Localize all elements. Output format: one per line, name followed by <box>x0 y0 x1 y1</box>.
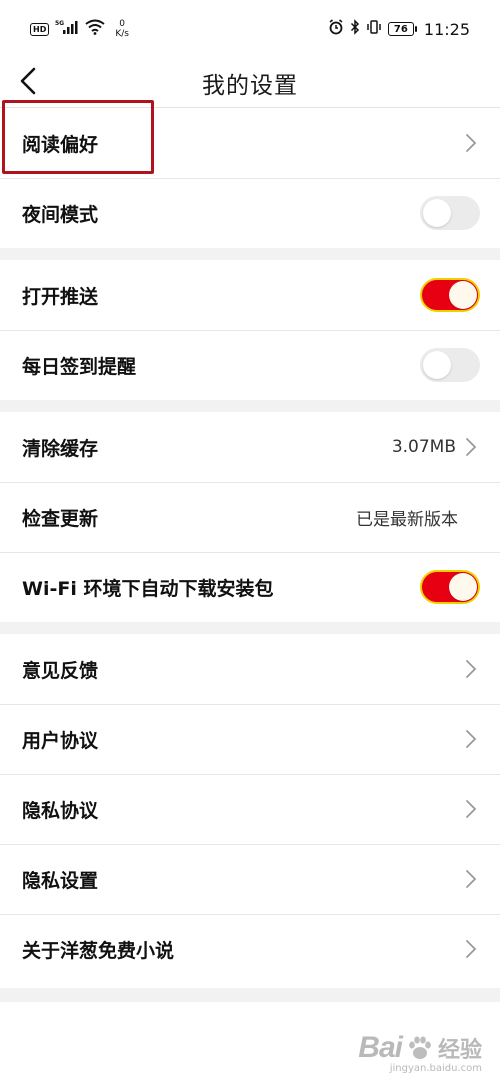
section-divider <box>0 622 500 634</box>
check-update-row[interactable]: 检查更新 已是最新版本 <box>0 482 500 552</box>
wifi-icon <box>85 19 105 39</box>
svg-text:5G: 5G <box>55 20 64 27</box>
status-right: 76 11:25 <box>328 19 470 39</box>
push-label: 打开推送 <box>22 285 99 308</box>
clock: 11:25 <box>423 19 470 39</box>
toggle-knob <box>449 281 477 309</box>
watermark: Bai 经验 jingyan.baidu.com <box>358 1031 482 1074</box>
status-bar: HD 5G 0 K/s 76 11:25 <box>0 0 500 58</box>
user-agreement-label: 用户协议 <box>22 729 99 752</box>
section-divider <box>0 988 500 1002</box>
update-status-value: 已是最新版本 <box>356 509 458 530</box>
checkin-reminder-label: 每日签到提醒 <box>22 355 137 378</box>
watermark-logo: Bai 经验 <box>358 1031 482 1065</box>
wifi-download-row: Wi-Fi 环境下自动下载安装包 <box>0 552 500 622</box>
reading-preference-row[interactable]: 阅读偏好 <box>0 108 500 178</box>
chevron-right-icon <box>466 800 477 818</box>
net-speed: 0 K/s <box>115 19 129 39</box>
chevron-right-icon <box>466 870 477 888</box>
chevron-right-icon <box>466 438 477 456</box>
privacy-settings-label: 隐私设置 <box>22 869 99 892</box>
cache-size-value: 3.07MB <box>391 437 456 457</box>
reading-preference-label: 阅读偏好 <box>22 133 99 156</box>
about-row[interactable]: 关于洋葱免费小说 <box>0 914 500 984</box>
paw-icon <box>409 1036 431 1059</box>
page-title: 我的设置 <box>202 73 298 99</box>
night-mode-label: 夜间模式 <box>22 203 99 226</box>
section-notifications: 打开推送 每日签到提醒 <box>0 260 500 400</box>
wifi-download-toggle[interactable] <box>420 570 480 604</box>
night-mode-toggle[interactable] <box>420 196 480 230</box>
toggle-knob <box>449 573 477 601</box>
section-divider <box>0 400 500 412</box>
chevron-right-icon <box>466 660 477 678</box>
section-divider <box>0 248 500 260</box>
section-display: 阅读偏好 夜间模式 <box>0 108 500 248</box>
hd-badge: HD <box>30 22 50 36</box>
privacy-agreement-row[interactable]: 隐私协议 <box>0 774 500 844</box>
check-update-label: 检查更新 <box>22 507 99 530</box>
clear-cache-row[interactable]: 清除缓存 3.07MB <box>0 412 500 482</box>
night-mode-row: 夜间模式 <box>0 178 500 248</box>
nav-bar: 我的设置 <box>0 58 500 108</box>
chevron-right-icon <box>466 940 477 958</box>
feedback-row[interactable]: 意见反馈 <box>0 634 500 704</box>
watermark-suffix: 经验 <box>437 1037 482 1062</box>
toggle-knob <box>423 351 451 379</box>
wifi-download-label: Wi-Fi 环境下自动下载安装包 <box>22 577 274 600</box>
section-storage: 清除缓存 3.07MB 检查更新 已是最新版本 Wi-Fi 环境下自动下载安装包 <box>0 412 500 622</box>
vibrate-icon <box>366 19 382 39</box>
section-about: 意见反馈 用户协议 隐私协议 隐私设置 关于洋葱免费小说 <box>0 634 500 984</box>
checkin-reminder-row: 每日签到提醒 <box>0 330 500 400</box>
chevron-right-icon <box>466 134 477 152</box>
push-row: 打开推送 <box>0 260 500 330</box>
user-agreement-row[interactable]: 用户协议 <box>0 704 500 774</box>
checkin-reminder-toggle[interactable] <box>420 348 480 382</box>
bluetooth-icon <box>350 19 360 39</box>
clear-cache-label: 清除缓存 <box>22 437 99 460</box>
about-label: 关于洋葱免费小说 <box>22 939 175 962</box>
privacy-agreement-label: 隐私协议 <box>22 799 99 822</box>
watermark-brand: Bai <box>358 1031 403 1064</box>
signal-icon: 5G <box>55 19 79 39</box>
chevron-right-icon <box>466 730 477 748</box>
status-left: HD 5G 0 K/s <box>30 19 129 39</box>
battery-icon: 76 <box>387 22 417 36</box>
alarm-icon <box>328 19 344 39</box>
privacy-settings-row[interactable]: 隐私设置 <box>0 844 500 914</box>
push-toggle[interactable] <box>420 278 480 312</box>
toggle-knob <box>423 199 451 227</box>
settings-list: 阅读偏好 夜间模式 打开推送 每日签到提醒 清除缓存 3.07MB 检查更新 已… <box>0 108 500 984</box>
feedback-label: 意见反馈 <box>22 659 99 682</box>
